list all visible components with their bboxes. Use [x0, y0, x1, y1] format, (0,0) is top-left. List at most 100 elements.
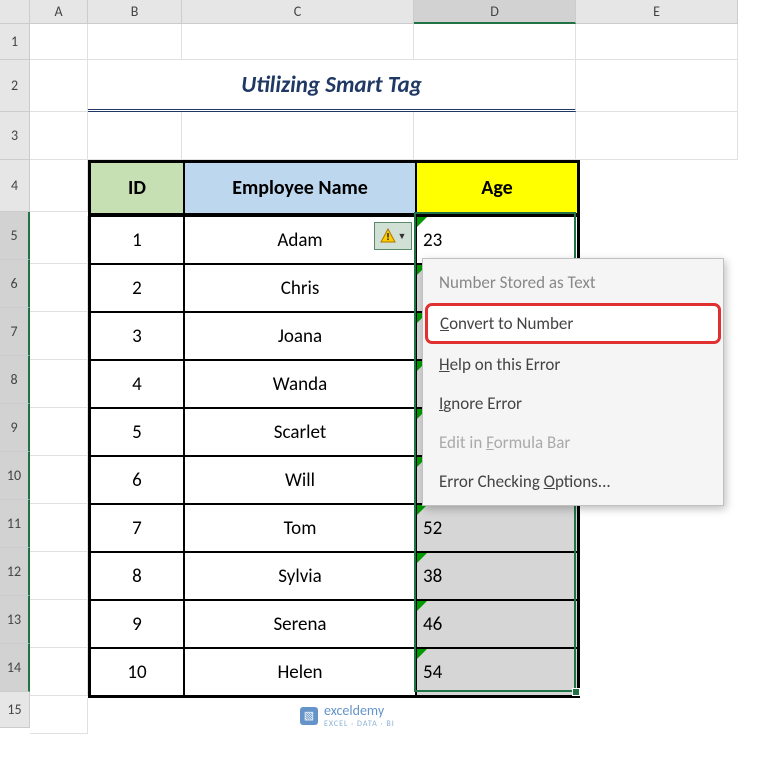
cell-age[interactable]: 23: [416, 216, 578, 264]
header-name[interactable]: Employee Name: [184, 162, 416, 214]
cell[interactable]: [30, 648, 88, 696]
cell[interactable]: [576, 112, 738, 160]
age-value: 52: [423, 517, 442, 540]
select-all-corner[interactable]: [0, 0, 30, 24]
smart-tag-button[interactable]: ▼: [374, 222, 412, 250]
cell-age[interactable]: 54: [416, 648, 578, 696]
menu-edit-formula-bar: Edit in Formula Bar: [425, 423, 721, 462]
error-indicator-icon: [417, 601, 427, 611]
cell-id[interactable]: 6: [90, 456, 184, 504]
cell[interactable]: [30, 312, 88, 360]
col-header-C[interactable]: C: [182, 0, 414, 24]
cell-name[interactable]: Chris: [184, 264, 416, 312]
row-header-6[interactable]: 6: [0, 260, 30, 308]
row-header-10[interactable]: 10: [0, 452, 30, 500]
row-header-4[interactable]: 4: [0, 160, 30, 212]
cell-name[interactable]: Will: [184, 456, 416, 504]
cell[interactable]: [88, 112, 182, 160]
header-age[interactable]: Age: [416, 162, 578, 214]
cell-a15[interactable]: [30, 698, 88, 734]
chevron-down-icon: ▼: [398, 231, 407, 242]
cell[interactable]: [88, 24, 182, 60]
cell-a2[interactable]: [30, 60, 88, 112]
row-header-2[interactable]: 2: [0, 60, 30, 112]
row-3: [30, 112, 738, 160]
age-value: 46: [423, 613, 442, 636]
cell-name[interactable]: Helen: [184, 648, 416, 696]
row-header-11[interactable]: 11: [0, 500, 30, 548]
cell[interactable]: [30, 112, 88, 160]
fill-handle[interactable]: [572, 688, 580, 696]
table-row: 10Helen54: [30, 648, 738, 698]
row-header-14[interactable]: 14: [0, 644, 30, 692]
cell-name[interactable]: Sylvia: [184, 552, 416, 600]
menu-title: Number Stored as Text: [425, 263, 721, 302]
cell[interactable]: [30, 264, 88, 312]
cell[interactable]: [30, 600, 88, 648]
row-header-8[interactable]: 8: [0, 356, 30, 404]
cell[interactable]: [414, 112, 576, 160]
row-header-5[interactable]: 5: [0, 212, 30, 260]
cell-name[interactable]: Tom: [184, 504, 416, 552]
spreadsheet: ABCDE 123456789101112131415 Utilizing Sm…: [0, 0, 767, 763]
row-header-1[interactable]: 1: [0, 24, 30, 60]
cell-id[interactable]: 4: [90, 360, 184, 408]
cell-name[interactable]: Serena: [184, 600, 416, 648]
row-1: [30, 24, 738, 60]
cell[interactable]: [30, 552, 88, 600]
cell-name[interactable]: Wanda: [184, 360, 416, 408]
cell[interactable]: [30, 456, 88, 504]
col-header-D[interactable]: D: [414, 0, 576, 24]
menu-help-on-error[interactable]: Help on this Error: [425, 345, 721, 384]
cell[interactable]: [30, 24, 88, 60]
cell-id[interactable]: 8: [90, 552, 184, 600]
watermark-logo-icon: ▧: [300, 707, 318, 725]
cell-age[interactable]: 46: [416, 600, 578, 648]
cell[interactable]: [30, 408, 88, 456]
cell-id[interactable]: 10: [90, 648, 184, 696]
cell-name[interactable]: Joana: [184, 312, 416, 360]
row-header-3[interactable]: 3: [0, 112, 30, 160]
header-id[interactable]: ID: [90, 162, 184, 214]
cell[interactable]: [30, 360, 88, 408]
col-header-A[interactable]: A: [30, 0, 88, 24]
row-2: Utilizing Smart Tag: [30, 60, 738, 112]
cell-id[interactable]: 3: [90, 312, 184, 360]
row-header-13[interactable]: 13: [0, 596, 30, 644]
col-header-E[interactable]: E: [576, 0, 738, 24]
row-header-15[interactable]: 15: [0, 692, 30, 728]
data-table: ID Employee Name Age: [88, 160, 580, 216]
cell-id[interactable]: 5: [90, 408, 184, 456]
cell[interactable]: [182, 24, 414, 60]
cell[interactable]: [576, 24, 738, 60]
watermark-name: exceldemy: [324, 702, 395, 719]
cell-age[interactable]: 52: [416, 504, 578, 552]
cell[interactable]: [182, 112, 414, 160]
row-header-9[interactable]: 9: [0, 404, 30, 452]
cell-a4[interactable]: [30, 160, 88, 212]
watermark-sub: EXCEL · DATA · BI: [324, 719, 395, 729]
menu-ignore-error[interactable]: Ignore Error: [425, 384, 721, 423]
cell[interactable]: [30, 216, 88, 264]
row-header-7[interactable]: 7: [0, 308, 30, 356]
cell[interactable]: [30, 504, 88, 552]
warning-icon: [380, 228, 396, 244]
error-indicator-icon: [417, 217, 427, 227]
cell-e2[interactable]: [576, 60, 738, 112]
cell-name[interactable]: Scarlet: [184, 408, 416, 456]
col-header-B[interactable]: B: [88, 0, 182, 24]
table-row: 8Sylvia38: [30, 552, 738, 600]
title-cell[interactable]: Utilizing Smart Tag: [88, 60, 576, 112]
cell-id[interactable]: 9: [90, 600, 184, 648]
table-row: 7Tom 52: [30, 504, 738, 552]
table-row: 9Serena 46: [30, 600, 738, 648]
age-value: 23: [423, 229, 442, 252]
cell-age[interactable]: 38: [416, 552, 578, 600]
cell-id[interactable]: 1: [90, 216, 184, 264]
cell-id[interactable]: 2: [90, 264, 184, 312]
menu-convert-to-number[interactable]: Convert to Number: [425, 303, 721, 344]
menu-error-checking-options[interactable]: Error Checking Options...: [425, 462, 721, 501]
cell-id[interactable]: 7: [90, 504, 184, 552]
cell[interactable]: [414, 24, 576, 60]
row-header-12[interactable]: 12: [0, 548, 30, 596]
